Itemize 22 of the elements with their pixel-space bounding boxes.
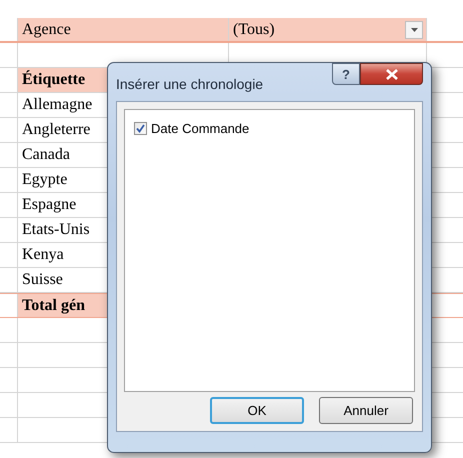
dialog-button[interactable]: Annuler	[319, 397, 413, 424]
table-cell-text: Angleterre	[22, 120, 90, 140]
checkbox-label: Date Commande	[151, 120, 250, 138]
table-cell-text: Canada	[22, 145, 70, 165]
dialog-title: Insérer une chronologie	[116, 75, 264, 94]
checkbox[interactable]	[134, 122, 147, 136]
table-cell-text: Suisse	[22, 270, 63, 290]
table-cell-text: Kenya	[22, 245, 64, 265]
table-cell-text: Total gén	[22, 296, 85, 316]
dialog-button[interactable]: OK	[210, 397, 304, 424]
table-cell-text: Etats-Unis	[22, 220, 90, 240]
dropdown-button[interactable]	[405, 20, 423, 38]
table-cell-text: Egypte	[22, 170, 68, 190]
table-cell-text: Agence	[22, 20, 71, 40]
table-cell-text: Allemagne	[22, 95, 92, 115]
close-button[interactable]	[360, 63, 423, 85]
close-icon	[386, 68, 398, 80]
help-button[interactable]: ?	[332, 63, 360, 85]
table-cell-text: (Tous)	[233, 20, 275, 40]
caret-icon	[410, 28, 418, 32]
table-cell-text: Espagne	[22, 195, 76, 215]
table-cell-text: Étiquette	[22, 69, 86, 90]
